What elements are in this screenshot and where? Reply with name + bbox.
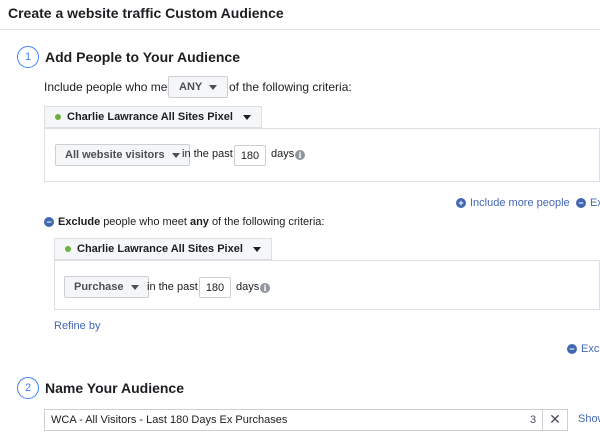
include-more-people-label: Include more people: [470, 197, 570, 209]
chevron-down-icon: [252, 246, 261, 252]
info-icon[interactable]: i: [295, 150, 305, 160]
refine-by-link[interactable]: Refine by: [54, 320, 100, 332]
exclude-people-label: Exclu: [590, 197, 600, 209]
exclude-people-label-2: Exclu: [581, 343, 600, 355]
step-2-title: Name Your Audience: [45, 380, 185, 396]
exclude-people-link[interactable]: − Exclu: [576, 197, 600, 209]
exclude-pixel-label: Charlie Lawrance All Sites Pixel: [77, 243, 243, 255]
exclude-people-link-2[interactable]: − Exclu: [567, 343, 600, 355]
show-description-link[interactable]: Show: [578, 413, 600, 425]
exclude-criteria-line: − Exclude people who meet any of the fol…: [44, 216, 324, 228]
dialog-header: Create a website traffic Custom Audience: [0, 0, 600, 30]
exclude-rule-label: Purchase: [74, 281, 124, 293]
step-1-title: Add People to Your Audience: [45, 49, 240, 65]
chevron-down-icon: [242, 114, 251, 120]
include-in-the-past-text: in the past: [182, 148, 233, 160]
pixel-status-icon: [65, 246, 71, 252]
pixel-status-icon: [55, 114, 61, 120]
audience-name-char-count: 3: [530, 414, 537, 426]
step-2-badge: 2: [17, 377, 39, 399]
clear-icon[interactable]: ✕: [542, 409, 568, 431]
exclude-rule-dropdown[interactable]: Purchase: [64, 276, 149, 298]
exclude-any: any: [189, 216, 209, 228]
include-suffix-text: of the following criteria:: [229, 80, 352, 94]
info-icon[interactable]: i: [260, 283, 270, 293]
exclude-text-after: of the following criteria:: [211, 216, 325, 228]
exclude-text-before: people who meet: [103, 216, 187, 228]
include-mode-dropdown[interactable]: ANY: [168, 76, 229, 98]
minus-circle-icon: −: [576, 198, 586, 208]
exclude-days-input[interactable]: 180: [199, 277, 231, 298]
dialog-title: Create a website traffic Custom Audience: [8, 5, 284, 21]
exclude-keyword: Exclude: [58, 216, 101, 228]
chevron-down-icon: [209, 84, 218, 90]
include-mode-label: ANY: [179, 81, 203, 93]
chevron-down-icon: [171, 152, 180, 158]
include-rule-dropdown[interactable]: All website visitors: [55, 144, 190, 166]
exclude-in-the-past-text: in the past: [147, 281, 198, 293]
audience-name-input[interactable]: WCA - All Visitors - Last 180 Days Ex Pu…: [44, 409, 544, 431]
include-more-people-link[interactable]: + Include more people: [456, 197, 570, 209]
step-1-badge: 1: [17, 46, 39, 68]
include-pixel-dropdown[interactable]: Charlie Lawrance All Sites Pixel: [44, 106, 262, 128]
exclude-days-label: days: [236, 281, 260, 293]
chevron-down-icon: [130, 284, 139, 290]
include-rule-label: All website visitors: [65, 149, 165, 161]
include-days-input[interactable]: 180: [234, 145, 266, 166]
refine-by-label: Refine by: [54, 320, 101, 332]
include-prefix-text: Include people who meet: [44, 80, 178, 94]
minus-circle-icon[interactable]: −: [44, 217, 54, 227]
plus-circle-icon: +: [456, 198, 466, 208]
exclude-pixel-dropdown[interactable]: Charlie Lawrance All Sites Pixel: [54, 238, 272, 260]
include-days-label: days: [271, 148, 295, 160]
include-pixel-label: Charlie Lawrance All Sites Pixel: [67, 111, 233, 123]
minus-circle-icon: −: [567, 344, 577, 354]
